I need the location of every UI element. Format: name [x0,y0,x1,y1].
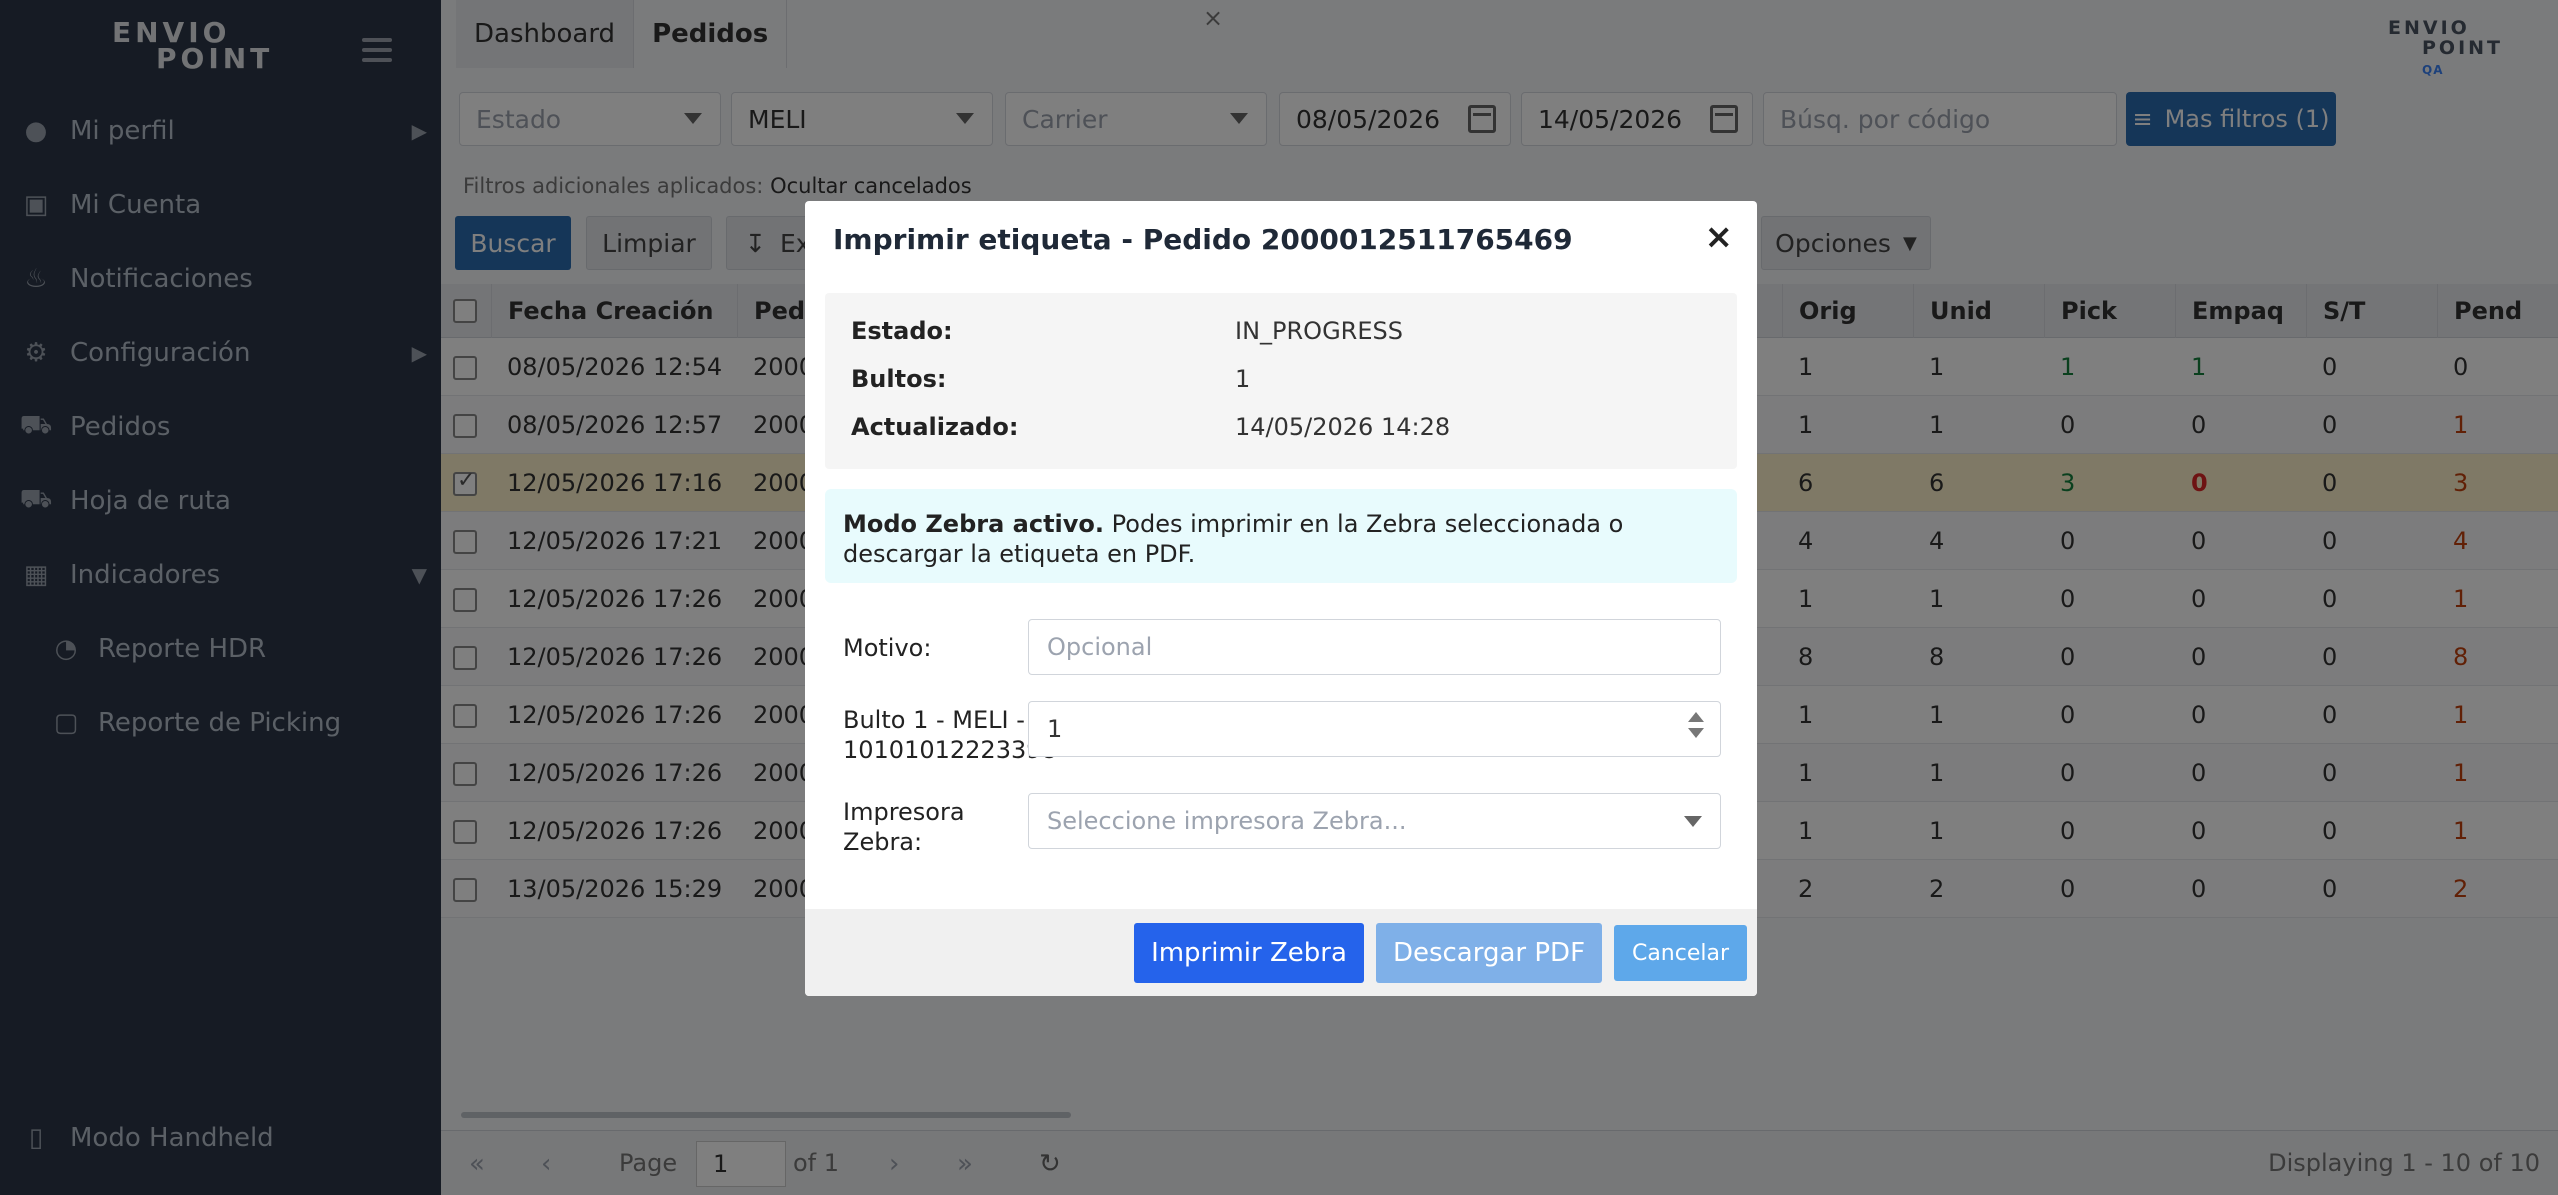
spinner-arrows-icon[interactable] [1688,712,1706,738]
zebra-mode-alert: Modo Zebra activo. Podes imprimir en la … [825,489,1737,583]
close-icon[interactable]: × [1705,217,1734,257]
motivo-label: Motivo: [843,634,932,662]
chevron-down-icon [1684,816,1702,827]
imprimir-zebra-button[interactable]: Imprimir Zebra [1134,923,1364,983]
dialog-title: Imprimir etiqueta - Pedido 2000012511765… [833,223,1573,256]
bulto-quantity-stepper[interactable]: 1 [1028,701,1721,757]
impresora-select[interactable]: Seleccione impresora Zebra... [1028,793,1721,849]
actualizado-label: Actualizado: [851,413,1019,441]
order-info-panel: Estado: IN_PROGRESS Bultos: 1 Actualizad… [825,293,1737,469]
bulto-label: Bulto 1 - MELI - 10101012223398 [843,706,1057,764]
motivo-input[interactable]: Opcional [1028,619,1721,675]
bultos-label: Bultos: [851,365,947,393]
actualizado-value: 14/05/2026 14:28 [1235,413,1451,441]
impresora-label: Impresora Zebra: [843,798,965,856]
descargar-pdf-button[interactable]: Descargar PDF [1376,923,1602,983]
cancel-button[interactable]: Cancelar [1614,925,1747,981]
bultos-value: 1 [1235,365,1251,393]
print-label-dialog: Imprimir etiqueta - Pedido 2000012511765… [805,201,1757,996]
estado-value: IN_PROGRESS [1235,317,1403,345]
dialog-footer: Imprimir Zebra Descargar PDF Cancelar [805,909,1757,996]
estado-label: Estado: [851,317,953,345]
